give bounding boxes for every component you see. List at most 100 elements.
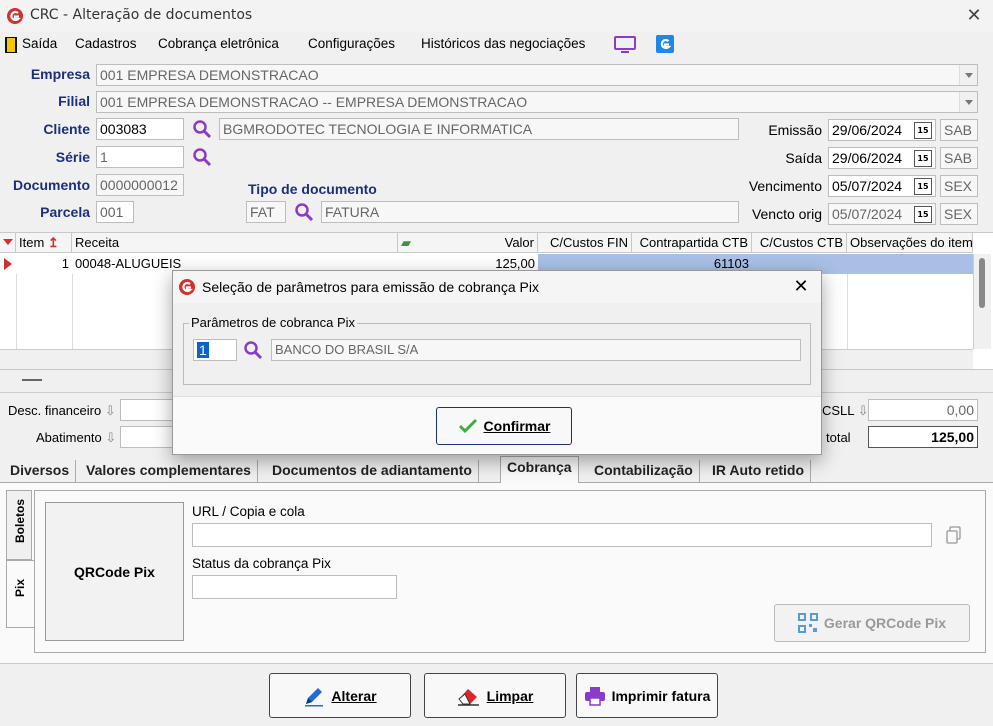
chevron-down-icon[interactable]: [959, 65, 977, 85]
empresa-select[interactable]: 001 EMPRESA DEMONSTRACAO: [96, 64, 978, 86]
tipo-documento-label: Tipo de documento: [248, 181, 377, 197]
total-value: 125,00: [868, 426, 978, 448]
dialog-title: Seleção de parâmetros para emissão de co…: [202, 279, 539, 295]
empresa-value: 001 EMPRESA DEMONSTRACAO: [100, 67, 319, 83]
vencto-orig-label: Vencto orig: [751, 206, 822, 222]
calendar-icon[interactable]: 15: [914, 122, 932, 139]
title-bar: CRC - Alteração de documentos ✕: [0, 0, 993, 32]
vencimento-date-value: 05/07/2024: [832, 178, 903, 194]
row-indicator: [0, 254, 16, 274]
tab-valores-complementares[interactable]: Valores complementares: [80, 460, 258, 482]
calendar-icon[interactable]: 15: [914, 178, 932, 195]
limpar-button[interactable]: Limpar: [424, 673, 566, 718]
gerar-qrcode-button[interactable]: Gerar QRCode Pix: [774, 604, 970, 642]
col-receita[interactable]: Receita: [72, 233, 398, 253]
qrcode-box: QRCode Pix: [45, 502, 184, 641]
vtab-boletos[interactable]: Boletos: [6, 490, 32, 560]
alterar-button[interactable]: Alterar: [269, 673, 411, 718]
copy-icon[interactable]: [946, 526, 962, 544]
search-icon[interactable]: [192, 147, 212, 167]
abatimento-input[interactable]: [120, 426, 180, 448]
col-item-label: Item: [19, 235, 45, 250]
col-valor[interactable]: ▰ Valor: [398, 233, 538, 253]
down-arrow-icon: ⇩: [104, 403, 116, 418]
tipo-code-field[interactable]: FAT: [246, 201, 286, 223]
calendar-icon[interactable]: 15: [914, 150, 932, 167]
desc-financeiro-label: Desc. financeiro ⇩: [8, 403, 116, 419]
col-contrapartida[interactable]: Contrapartida CTB: [632, 233, 752, 253]
splitter-handle[interactable]: [22, 379, 42, 381]
menu-historicos[interactable]: Históricos das negociações: [421, 36, 585, 51]
vencimento-day: SEX: [940, 175, 978, 197]
url-label: URL / Copia e cola: [192, 504, 305, 519]
col-custos-fin[interactable]: C/Custos FIN: [538, 233, 632, 253]
csll-label-text: CSLL: [822, 403, 855, 418]
calendar-icon: 15: [914, 206, 932, 223]
chevron-down-icon[interactable]: [959, 92, 977, 112]
empresa-label: Empresa: [30, 66, 90, 82]
serie-input[interactable]: 1: [96, 146, 184, 168]
vencimento-label: Vencimento: [748, 178, 822, 194]
saida-date-value: 29/06/2024: [832, 150, 903, 166]
vtab-pix[interactable]: Pix: [6, 560, 34, 628]
dialog-close-button[interactable]: ✕: [791, 276, 811, 297]
tab-cobranca[interactable]: Cobrança: [500, 456, 579, 483]
url-input[interactable]: [192, 523, 932, 547]
status-input[interactable]: [192, 575, 397, 599]
search-icon[interactable]: [192, 119, 212, 139]
imprimir-label: Imprimir fatura: [611, 687, 711, 704]
param-name-field: BANCO DO BRASIL S/A: [271, 339, 801, 361]
vencto-orig-day: SEX: [940, 203, 978, 225]
tab-ir-auto-retido[interactable]: IR Auto retido: [706, 460, 812, 482]
qrcode-icon: [797, 613, 818, 633]
filial-select[interactable]: 001 EMPRESA DEMONSTRACAO -- EMPRESA DEMO…: [96, 91, 978, 113]
desc-label-text: Desc. financeiro: [8, 403, 102, 418]
search-icon[interactable]: [243, 340, 263, 360]
pix-params-dialog: Seleção de parâmetros para emissão de co…: [172, 270, 822, 455]
tab-documentos-adiantamento[interactable]: Documentos de adiantamento: [266, 460, 479, 482]
window-title: CRC - Alteração de documentos: [30, 7, 253, 23]
money-icon: ▰: [401, 235, 411, 250]
close-button[interactable]: ✕: [964, 5, 984, 26]
menu-cadastros[interactable]: Cadastros: [75, 36, 137, 51]
parcela-input[interactable]: 001: [96, 201, 134, 223]
documento-field: 0000000012: [96, 174, 184, 196]
limpar-label: Limpar: [486, 687, 534, 704]
saida-label: Saída: [785, 150, 822, 166]
vtab-boletos-label: Boletos: [13, 499, 27, 544]
app-logo-icon: [7, 8, 23, 24]
documento-label: Documento: [13, 177, 90, 193]
confirmar-button[interactable]: Confirmar: [436, 407, 572, 445]
tab-contabilizacao[interactable]: Contabilização: [588, 460, 700, 482]
col-observacoes[interactable]: Observações do item: [847, 233, 973, 253]
menu-configuracoes[interactable]: Configurações: [308, 36, 395, 51]
menu-cobranca-eletronica[interactable]: Cobrança eletrônica: [158, 36, 279, 51]
cliente-name-field: BGMRODOTEC TECNOLOGIA E INFORMATICA: [219, 118, 739, 140]
cliente-code-input[interactable]: 003083: [96, 118, 184, 140]
csll-label: CSLL ⇩: [822, 403, 869, 419]
g-app-icon[interactable]: [656, 35, 674, 53]
search-icon[interactable]: [294, 202, 314, 222]
menu-saida[interactable]: Saída: [22, 36, 57, 51]
desc-financeiro-input[interactable]: [120, 399, 180, 421]
emissao-day: SAB: [940, 119, 978, 141]
alterar-label: Alterar: [331, 687, 377, 704]
csll-input[interactable]: 0,00: [868, 399, 978, 421]
col-custos-ctb[interactable]: C/Custos CTB: [752, 233, 847, 253]
vertical-scrollbar[interactable]: [973, 254, 991, 349]
total-label: total: [826, 430, 851, 445]
col-item[interactable]: Item ↥: [16, 233, 72, 253]
printer-icon: [584, 686, 605, 706]
filial-value: 001 EMPRESA DEMONSTRACAO -- EMPRESA DEMO…: [100, 94, 528, 110]
down-arrow-icon: ⇩: [105, 430, 117, 445]
cell-item[interactable]: 1: [16, 254, 72, 274]
serie-label: Série: [55, 149, 90, 165]
vencto-orig-value: 05/07/2024: [832, 206, 903, 222]
param-code-input[interactable]: 1: [193, 339, 237, 361]
sort-arrow-icon: ↥: [47, 235, 59, 250]
emissao-date-value: 29/06/2024: [832, 122, 903, 138]
saida-day: SAB: [940, 147, 978, 169]
imprimir-fatura-button[interactable]: Imprimir fatura: [576, 673, 718, 718]
monitor-icon[interactable]: [614, 36, 636, 54]
tab-diversos[interactable]: Diversos: [4, 460, 77, 482]
